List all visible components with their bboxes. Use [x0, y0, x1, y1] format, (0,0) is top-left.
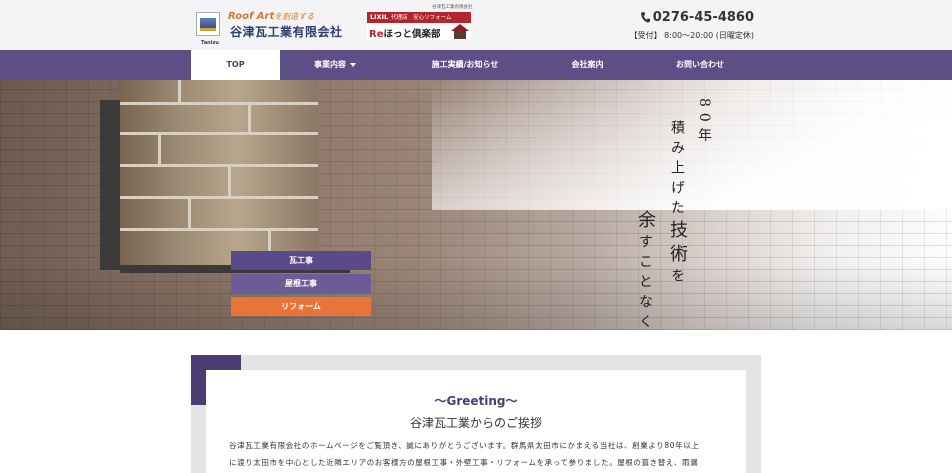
chevron-down-icon [350, 62, 356, 67]
house-icon [451, 24, 469, 39]
nav-works-news[interactable]: 施工実績/お知らせ [400, 50, 530, 80]
logo-mark-text: Tanizu [201, 40, 219, 46]
catch-copy-col2: 積み上げた技術を [667, 120, 688, 288]
service-reform-button[interactable]: リフォーム [231, 297, 371, 316]
business-hours: 【受付】 8:00～20:00 (日曜定休) [629, 31, 754, 40]
service-roofing-button[interactable]: 屋根工事 [231, 274, 371, 293]
catch-copy-col3: 余すことなく [635, 210, 656, 334]
reform-club-banner[interactable]: LIXIL 代理店 安心リフォーム Reほっと倶楽部 [367, 12, 471, 40]
greeting-card: ～Greeting～ 谷津瓦工業からのご挨拶 谷津瓦工業有限会社のホームページを… [206, 370, 746, 473]
phone-icon [640, 12, 650, 23]
phone-text: 0276-45-4860 [652, 10, 754, 25]
nav-business-label: 事業内容 [314, 60, 346, 69]
greeting-text-line: に渡り太田市を中心とした近隣エリアのお客様方の屋根工事・外壁工事・リフォームを承… [229, 458, 699, 467]
service-roof-tile-button[interactable]: 瓦工事 [231, 251, 371, 270]
nav-top[interactable]: TOP [191, 50, 280, 80]
logo-tagline: Roof Artを創造する [228, 11, 315, 22]
company-name: 谷津瓦工業有限会社 [230, 25, 343, 39]
logo-mark-icon: Tanizu [196, 12, 220, 46]
catch-copy-col1: 80年 [696, 98, 712, 148]
company-logo[interactable]: Tanizu Roof Artを創造する 谷津瓦工業有限会社 [196, 10, 346, 46]
site-header: Tanizu Roof Artを創造する 谷津瓦工業有限会社 谷津瓦工業有限会社… [0, 0, 952, 50]
greeting-text-line: 谷津瓦工業有限会社のホームページをご覧頂き、誠にありがとうございます。群馬県太田… [229, 441, 700, 450]
chimney-image [48, 80, 350, 280]
main-nav: TOP 事業内容 施工実績/お知らせ 会社案内 お問い合わせ [0, 50, 952, 80]
banner-brand: Reほっと倶楽部 [369, 29, 441, 40]
banner-top-strip: LIXIL 代理店 安心リフォーム [367, 12, 471, 23]
nav-contact[interactable]: お問い合わせ [645, 50, 755, 80]
nav-business[interactable]: 事業内容 [280, 50, 390, 80]
hero-section: 瓦工事 屋根工事 リフォーム [0, 80, 952, 330]
sky-fade [432, 80, 952, 210]
greeting-subtitle: 谷津瓦工業からのご挨拶 [409, 416, 542, 430]
banner-caption: 谷津瓦工業有限会社 [432, 5, 473, 10]
phone-number[interactable]: 0276-45-4860 [640, 10, 754, 25]
greeting-title: ～Greeting～ [434, 394, 518, 408]
nav-company[interactable]: 会社案内 [540, 50, 635, 80]
